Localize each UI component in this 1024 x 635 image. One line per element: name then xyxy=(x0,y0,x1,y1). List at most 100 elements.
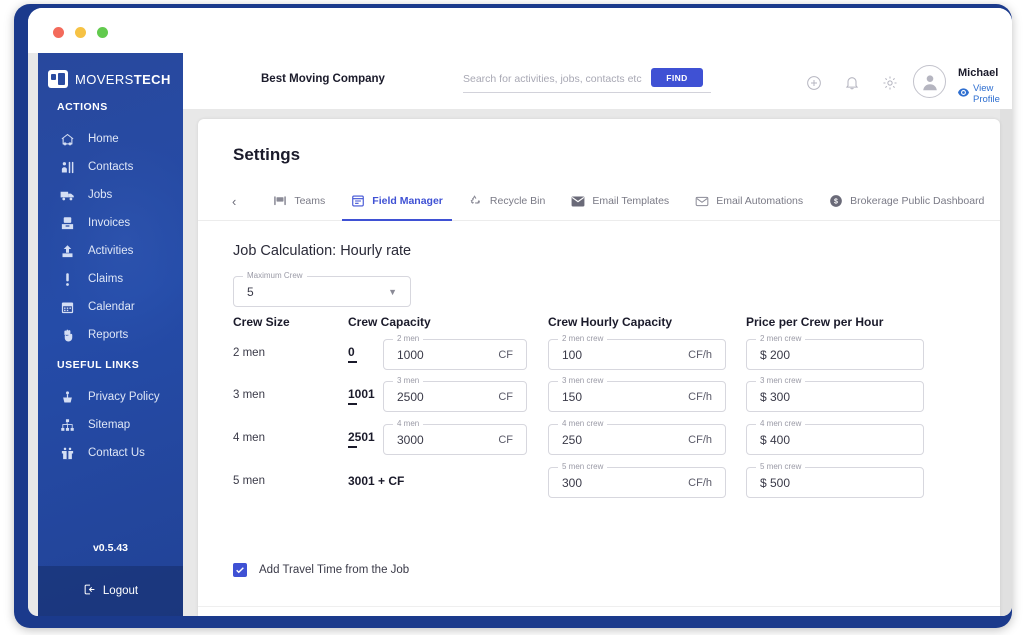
sidebar-item-sitemap[interactable]: Sitemap xyxy=(38,411,183,439)
view-profile-link[interactable]: View Profile xyxy=(958,83,1012,105)
tab-label: Teams xyxy=(294,195,325,207)
sidebar-item-jobs[interactable]: Jobs xyxy=(38,181,183,209)
price-per-crew-field-3men[interactable]: 3 men crew $ 300 xyxy=(746,381,924,412)
scrollbar-track[interactable] xyxy=(1000,109,1012,616)
price-per-crew-field-2men[interactable]: 2 men crew $ 200 xyxy=(746,339,924,370)
field-suffix: CF xyxy=(498,391,526,403)
field-value: 2500 xyxy=(384,390,498,404)
add-travel-time-label: Add Travel Time from the Job xyxy=(259,564,409,576)
crew-capacity-field-2men[interactable]: 2 men 1000 CF xyxy=(383,339,527,370)
tab-teams[interactable]: Teams xyxy=(260,182,338,221)
crew-capacity-field-4men[interactable]: 4 men 3000 CF xyxy=(383,424,527,455)
close-window-button[interactable] xyxy=(53,27,64,38)
field-suffix: CF xyxy=(498,434,526,446)
add-travel-time-row[interactable]: Add Travel Time from the Job xyxy=(233,563,409,577)
sidebar-item-claims[interactable]: Claims xyxy=(38,265,183,293)
sidebar-item-invoices[interactable]: Invoices xyxy=(38,209,183,237)
tab-label: Field Manager xyxy=(372,195,443,207)
home-icon xyxy=(60,132,75,147)
find-button[interactable]: FIND xyxy=(651,68,703,87)
settings-card: Settings ‹ Teams Field Manager Recycle B… xyxy=(198,119,1000,616)
crew-size-value: 2 men xyxy=(233,347,265,359)
section-divider xyxy=(198,606,1000,607)
tab-email-automations[interactable]: Email Automations xyxy=(682,182,816,221)
app-logo[interactable]: MOVERSTECH xyxy=(48,70,171,88)
browser-window: MOVERSTECH ACTIONS Home Contacts Jobs xyxy=(28,8,1012,616)
field-label: 5 men crew xyxy=(558,462,607,471)
bell-icon[interactable] xyxy=(844,75,860,91)
tab-recycle-bin[interactable]: Recycle Bin xyxy=(456,182,558,221)
add-circle-icon[interactable] xyxy=(806,75,822,91)
maximum-crew-select[interactable]: Maximum Crew 5 ▼ xyxy=(233,276,411,307)
sidebar-item-contacts[interactable]: Contacts xyxy=(38,153,183,181)
crew-capacity-field-3men[interactable]: 3 men 2500 CF xyxy=(383,381,527,412)
app-version: v0.5.43 xyxy=(38,542,183,554)
dollar-icon: $ xyxy=(829,194,843,208)
company-name: Best Moving Company xyxy=(261,73,385,85)
column-header-crew-size: Crew Size xyxy=(233,315,290,329)
logout-button[interactable]: Logout xyxy=(38,566,183,616)
field-label: 2 men xyxy=(393,334,423,343)
capacity-range-start: 2501 xyxy=(348,430,375,448)
sidebar-item-calendar[interactable]: Calendar xyxy=(38,293,183,321)
mail-automation-icon xyxy=(695,194,709,208)
field-value: $ 200 xyxy=(747,348,923,362)
price-per-crew-field-4men[interactable]: 4 men crew $ 400 xyxy=(746,424,924,455)
sidebar-item-contact-us[interactable]: Contact Us xyxy=(38,439,183,467)
tab-label: Brokerage Public Dashboard xyxy=(850,195,984,207)
field-suffix: CF/h xyxy=(688,477,725,489)
minimize-window-button[interactable] xyxy=(75,27,86,38)
capacity-range-start: 1001 xyxy=(348,387,375,405)
moverstech-logo-icon xyxy=(48,70,68,88)
sidebar-item-label: Contact Us xyxy=(88,447,145,459)
mail-icon xyxy=(571,194,585,208)
field-suffix: CF/h xyxy=(688,391,725,403)
tab-brokerage-public-dashboard[interactable]: $ Brokerage Public Dashboard xyxy=(816,182,997,221)
tabs-scroll-back-button[interactable]: ‹ xyxy=(232,195,236,208)
page-title: Settings xyxy=(233,145,300,165)
tab-field-manager[interactable]: Field Manager xyxy=(338,182,456,221)
contact-icon xyxy=(60,446,75,461)
tab-bar: ‹ Teams Field Manager Recycle Bin xyxy=(198,182,1000,221)
sidebar-item-privacy-policy[interactable]: Privacy Policy xyxy=(38,383,183,411)
sidebar: MOVERSTECH ACTIONS Home Contacts Jobs xyxy=(38,53,183,616)
field-suffix: CF xyxy=(498,349,526,361)
crew-hourly-capacity-field-4men[interactable]: 4 men crew 250 CF/h xyxy=(548,424,726,455)
maximize-window-button[interactable] xyxy=(97,27,108,38)
activities-icon xyxy=(60,244,75,259)
field-value: 300 xyxy=(549,476,688,490)
field-label: 2 men crew xyxy=(756,334,805,343)
tab-label: Recycle Bin xyxy=(490,195,545,207)
field-value: $ 500 xyxy=(747,476,923,490)
sidebar-item-activities[interactable]: Activities xyxy=(38,237,183,265)
field-value: $ 400 xyxy=(747,433,923,447)
crew-hourly-capacity-field-3men[interactable]: 3 men crew 150 CF/h xyxy=(548,381,726,412)
sidebar-item-home[interactable]: Home xyxy=(38,125,183,153)
field-manager-icon xyxy=(351,194,365,208)
field-value: 3000 xyxy=(384,433,498,447)
capacity-range-plain: 3001 + CF xyxy=(348,474,404,488)
crew-size-value: 5 men xyxy=(233,475,265,487)
sidebar-item-reports[interactable]: Reports xyxy=(38,321,183,349)
price-per-crew-field-5men[interactable]: 5 men crew $ 500 xyxy=(746,467,924,498)
maximum-crew-value: 5 xyxy=(234,285,388,299)
crew-hourly-capacity-field-2men[interactable]: 2 men crew 100 CF/h xyxy=(548,339,726,370)
field-suffix: CF/h xyxy=(688,434,725,446)
add-travel-time-checkbox[interactable] xyxy=(233,563,247,577)
gear-icon[interactable] xyxy=(882,75,898,91)
titlebar xyxy=(28,8,1012,53)
tab-email-templates[interactable]: Email Templates xyxy=(558,182,682,221)
teams-icon xyxy=(273,194,287,208)
avatar[interactable] xyxy=(913,65,946,98)
field-label: 3 men xyxy=(393,376,423,385)
sidebar-section-useful-links-header: USEFUL LINKS xyxy=(38,359,183,371)
recycle-icon xyxy=(469,194,483,208)
topbar: Best Moving Company FIND Michael xyxy=(183,53,1012,109)
crew-hourly-capacity-field-5men[interactable]: 5 men crew 300 CF/h xyxy=(548,467,726,498)
sidebar-item-label: Calendar xyxy=(88,301,135,313)
reports-icon xyxy=(60,328,75,343)
calendar-icon xyxy=(60,300,75,315)
svg-text:$: $ xyxy=(834,199,838,206)
sidebar-item-label: Invoices xyxy=(88,217,130,229)
sidebar-item-label: Claims xyxy=(88,273,123,285)
